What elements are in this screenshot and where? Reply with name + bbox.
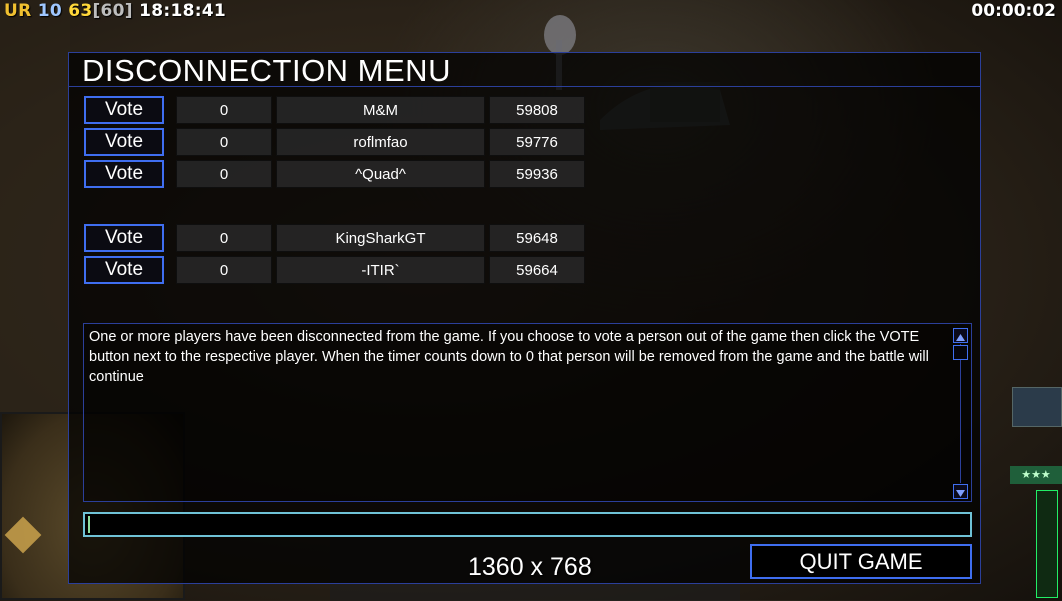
satellite-icon[interactable] [1012, 387, 1062, 427]
player-name: roflmfao [276, 128, 485, 156]
player-name: -ITIR` [276, 256, 485, 284]
player-timer: 59808 [489, 96, 585, 124]
top-hud: UR 10 63[60] 18:18:41 00:00:02 [0, 0, 1062, 22]
hud-fps: 63 [68, 1, 93, 21]
vote-count: 0 [176, 160, 272, 188]
player-timer: 59648 [489, 224, 585, 252]
vote-button[interactable]: Vote [84, 256, 164, 284]
vote-button[interactable]: Vote [84, 224, 164, 252]
vote-button[interactable]: Vote [84, 128, 164, 156]
rank-stars-icon: ★★★ [1010, 466, 1062, 484]
hud-faction: UR [4, 1, 32, 21]
dialog-title-bar: DISCONNECTION MENU [69, 53, 980, 88]
message-box: One or more players have been disconnect… [83, 323, 972, 502]
text-caret [88, 516, 90, 533]
chat-input[interactable] [83, 512, 972, 537]
quit-game-button[interactable]: QUIT GAME [750, 544, 972, 579]
arrow-down-icon [956, 490, 965, 497]
player-name: M&M [276, 96, 485, 124]
scroll-thumb[interactable] [953, 345, 968, 360]
vote-count: 0 [176, 96, 272, 124]
hud-value: 10 [37, 1, 62, 21]
vote-count: 0 [176, 128, 272, 156]
hud-stats: UR 10 63[60] 18:18:41 [4, 1, 226, 21]
vote-button[interactable]: Vote [84, 160, 164, 188]
scroll-up-button[interactable] [953, 328, 968, 343]
player-timer: 59936 [489, 160, 585, 188]
hud-fps-cap: [60] [92, 1, 133, 21]
scroll-down-button[interactable] [953, 484, 968, 499]
dialog-title: DISCONNECTION MENU [82, 53, 451, 88]
hud-elapsed-timer: 00:00:02 [971, 1, 1056, 21]
player-name: ^Quad^ [276, 160, 485, 188]
arrow-up-icon [956, 334, 965, 341]
player-name: KingSharkGT [276, 224, 485, 252]
disconnect-message: One or more players have been disconnect… [89, 329, 929, 385]
vote-count: 0 [176, 256, 272, 284]
scroll-track[interactable] [960, 344, 961, 483]
resolution-overlay: 1360 x 768 [468, 553, 592, 581]
vote-button[interactable]: Vote [84, 96, 164, 124]
power-meter [1036, 490, 1058, 598]
hud-clock: 18:18:41 [139, 1, 227, 21]
player-timer: 59776 [489, 128, 585, 156]
disconnection-dialog: DISCONNECTION MENU Vote 0 M&M 59808 Vote… [68, 52, 981, 584]
minimap-marker-icon [4, 516, 42, 554]
vote-count: 0 [176, 224, 272, 252]
player-timer: 59664 [489, 256, 585, 284]
